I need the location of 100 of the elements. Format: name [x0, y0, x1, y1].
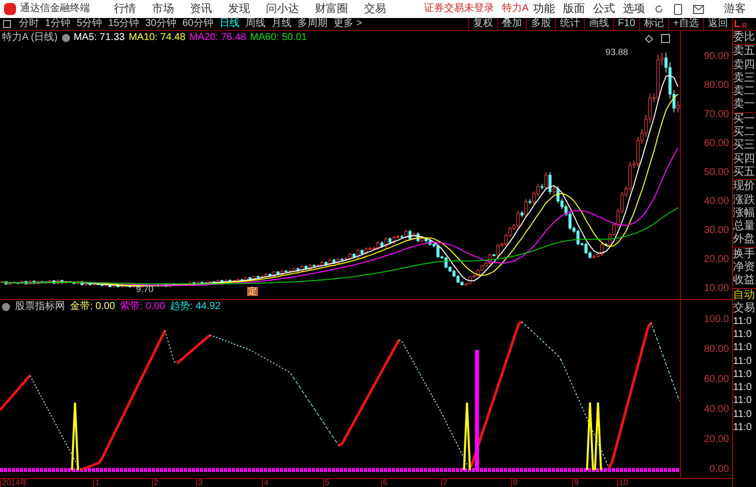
- quote-label: 卖五: [733, 45, 756, 59]
- date-axis-label: 7: [441, 479, 448, 487]
- quote-label: 买一: [733, 112, 756, 126]
- price-axis-label: 10.00: [704, 284, 729, 294]
- quote-label: 换手: [733, 248, 756, 261]
- indicator-value: 金带: 0.00: [70, 302, 116, 312]
- date-axis-label: 2: [152, 479, 158, 487]
- period-tab[interactable]: 1分钟: [42, 19, 74, 29]
- tool-button[interactable]: 多股: [526, 18, 555, 30]
- period-tab[interactable]: 60分钟: [179, 19, 216, 29]
- panel-toggle-icon[interactable]: [3, 20, 11, 28]
- quote-label: 买三: [733, 139, 756, 153]
- signal-spike: [463, 402, 471, 470]
- app-title: 通达信金融终端: [20, 4, 90, 14]
- tool-button[interactable]: +自选: [668, 18, 703, 30]
- period-tab[interactable]: 多周期: [294, 19, 330, 29]
- quote-label: 卖一: [733, 98, 756, 113]
- period-tab[interactable]: 月线: [268, 19, 294, 29]
- price-axis-label: 90.00: [704, 52, 729, 62]
- ma-value: MA20: 76.48: [189, 32, 246, 43]
- tool-button[interactable]: 标记: [639, 18, 668, 30]
- ma-value: MA5: 71.33: [74, 32, 125, 43]
- price-axis-label: 70.00: [704, 110, 729, 120]
- trade-time: 11:0: [733, 421, 753, 434]
- indicator-value: 趋势: 44.92: [170, 302, 221, 312]
- period-tab[interactable]: 分时: [16, 19, 42, 29]
- stock-name: 特力A: [502, 4, 529, 14]
- login-notice: 证券交易未登录: [424, 4, 494, 14]
- quote-label: 买四: [733, 152, 756, 166]
- date-axis-label: 1: [93, 479, 100, 487]
- ma-value: MA10: 74.48: [128, 32, 186, 43]
- period-tab[interactable]: 15分钟: [105, 19, 142, 29]
- trade-title: 交易: [733, 302, 756, 315]
- indicator-axis-label: 0.00: [710, 465, 729, 475]
- tool-button[interactable]: 返回: [703, 18, 732, 30]
- high-price-label: 93.88: [605, 46, 628, 57]
- indicator-axis-label: 40.00: [704, 405, 729, 415]
- layout-icon[interactable]: [661, 34, 670, 43]
- chart-title: 特力A (日线): [2, 32, 58, 43]
- indicator-axis-label: 60.00: [704, 375, 729, 385]
- menu-item[interactable]: 版面: [559, 4, 589, 14]
- refresh-icon[interactable]: [654, 4, 664, 14]
- indicator-axis-label: 100.0: [704, 315, 729, 325]
- signal-spike: [71, 402, 79, 470]
- settings-icon[interactable]: [62, 34, 70, 42]
- price-axis-label: 60.00: [704, 139, 729, 149]
- menu-item[interactable]: 功能: [529, 4, 559, 14]
- date-axis-label: 4: [262, 479, 268, 487]
- tool-button[interactable]: 复权: [468, 18, 497, 30]
- tool-button[interactable]: 画线: [584, 18, 613, 30]
- quote-label: 卖三: [733, 72, 756, 85]
- menu-item[interactable]: 选项: [619, 4, 649, 14]
- tool-button[interactable]: 叠加: [496, 18, 526, 30]
- menu-item[interactable]: 行情: [106, 4, 144, 14]
- level-label: L: [734, 20, 740, 30]
- tool-button[interactable]: F10: [612, 18, 640, 30]
- menu-item[interactable]: 财富圈: [307, 4, 356, 14]
- menu-item[interactable]: 资讯: [182, 4, 220, 14]
- quote-label: 买五: [733, 166, 756, 180]
- menu-item[interactable]: 市场: [144, 4, 182, 14]
- menu-item[interactable]: 交易: [356, 4, 394, 14]
- quote-label: 委比: [733, 31, 756, 46]
- date-axis-label: 6: [381, 479, 388, 487]
- period-tab[interactable]: 30分钟: [142, 19, 180, 29]
- tool-button[interactable]: 统计: [554, 18, 584, 30]
- trade-time: 11:0: [733, 354, 753, 368]
- period-tab[interactable]: 周线: [242, 19, 268, 29]
- quote-label: 现价: [733, 180, 756, 194]
- mail-icon[interactable]: [693, 4, 704, 14]
- trade-time: 11:0: [733, 381, 753, 394]
- price-axis-label: 80.00: [704, 81, 729, 91]
- trade-time: 11:0: [733, 408, 753, 422]
- indicator-axis-label: 20.00: [704, 435, 729, 445]
- menu-item[interactable]: 公式: [589, 4, 619, 14]
- trade-time: 11:0: [733, 328, 753, 342]
- period-tab[interactable]: 日线: [216, 19, 242, 29]
- quote-label: 涨幅: [733, 206, 756, 220]
- indicator-value: 紫带: 0.00: [120, 302, 166, 312]
- quote-label: 收益: [733, 274, 756, 288]
- price-axis-label: 50.00: [704, 168, 729, 178]
- price-axis-label: 30.00: [704, 226, 729, 236]
- menu-item[interactable]: 发现: [220, 4, 258, 14]
- date-axis-label: 3: [196, 479, 202, 487]
- auto-trade-label: 自动: [733, 288, 756, 302]
- menu-item[interactable]: 问小达: [258, 4, 307, 14]
- settings-icon[interactable]: [2, 302, 10, 310]
- price-axis-label: 40.00: [704, 197, 729, 207]
- trade-time: 11:0: [733, 341, 753, 355]
- quote-label: 卖四: [733, 58, 756, 72]
- user-label: 游客: [724, 4, 746, 14]
- period-tab[interactable]: 更多 >: [330, 19, 366, 29]
- trade-time: 11:0: [733, 314, 753, 328]
- quote-label: 外盘: [733, 233, 756, 248]
- period-tab[interactable]: 5分钟: [74, 19, 106, 29]
- indicator-axis-label: 80.00: [704, 345, 729, 355]
- phone-icon[interactable]: [674, 4, 682, 14]
- ma-value: MA60: 50.01: [250, 32, 307, 43]
- quote-label: 卖二: [733, 85, 756, 98]
- quote-label: 总量: [733, 220, 756, 233]
- date-axis-label: 9: [572, 479, 578, 487]
